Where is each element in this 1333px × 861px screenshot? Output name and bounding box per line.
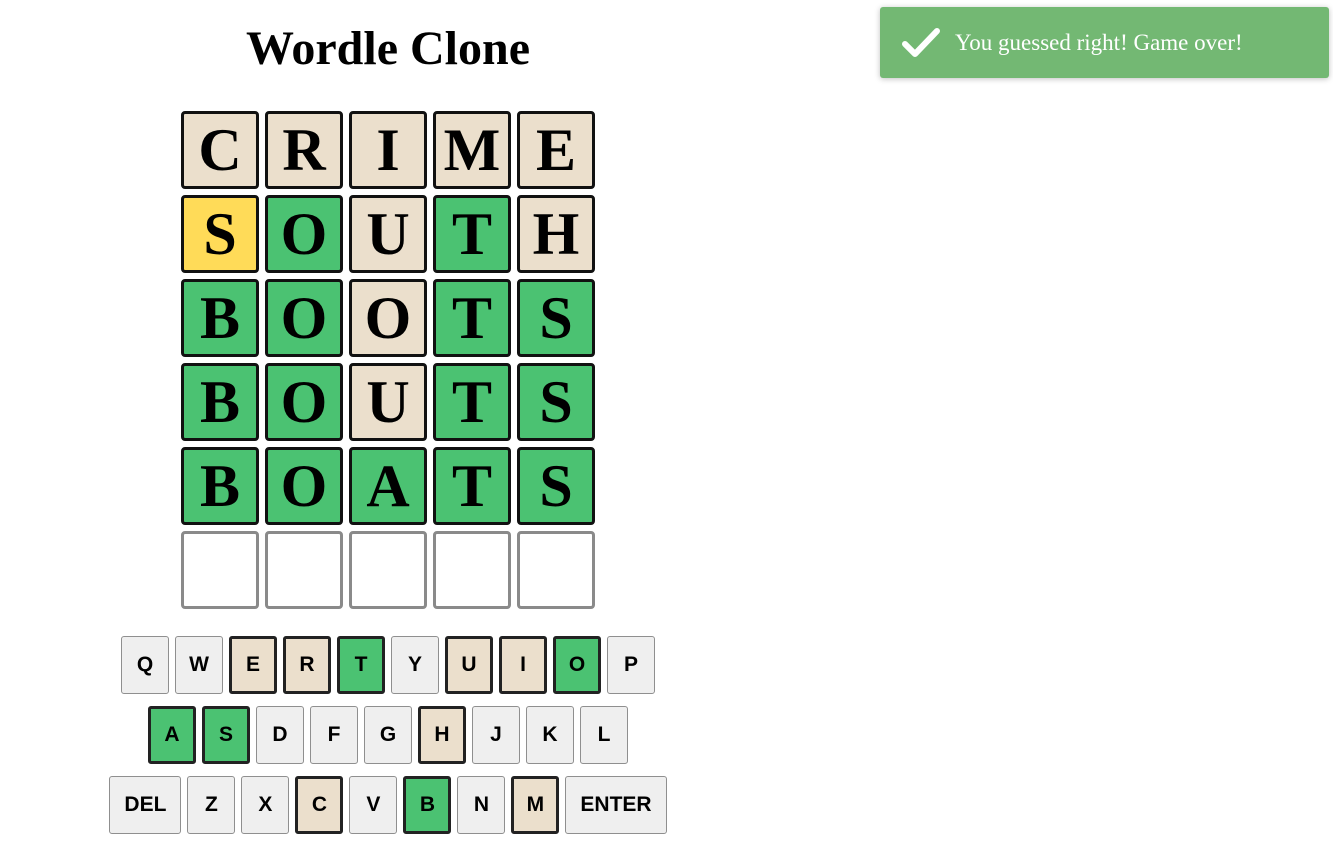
key-v[interactable]: V [349,776,398,834]
key-j[interactable]: J [472,706,520,764]
key-n[interactable]: N [457,776,506,834]
key-del[interactable]: DEL [109,776,182,834]
key-s[interactable]: S [202,706,250,764]
board-row: SOUTH [181,195,601,273]
board-tile: A [349,447,427,525]
key-e[interactable]: E [229,636,277,694]
board-tile: S [517,279,595,357]
board-tile: T [433,279,511,357]
board-tile: E [517,111,595,189]
key-r[interactable]: R [283,636,331,694]
board-tile [265,531,343,609]
board-tile: S [517,447,595,525]
board-tile [181,531,259,609]
key-enter[interactable]: ENTER [565,776,667,834]
key-p[interactable]: P [607,636,655,694]
toast-message: You guessed right! Game over! [955,29,1243,55]
board-tile: T [433,447,511,525]
key-g[interactable]: G [364,706,412,764]
board-row: BOOTS [181,279,601,357]
key-t[interactable]: T [337,636,385,694]
board-row: CRIME [181,111,601,189]
board-tile: O [265,363,343,441]
key-b[interactable]: B [403,776,452,834]
board-tile: O [265,195,343,273]
board-tile: O [265,447,343,525]
board-row: BOATS [181,447,601,525]
board-tile: U [349,195,427,273]
board-row [181,531,601,609]
board-row: BOUTS [181,363,601,441]
keyboard-row-2: ASDFGHJKL [0,706,776,764]
board-tile: R [265,111,343,189]
key-k[interactable]: K [526,706,574,764]
board-tile: I [349,111,427,189]
checkmark-icon [901,23,941,63]
key-h[interactable]: H [418,706,466,764]
key-d[interactable]: D [256,706,304,764]
board-tile: T [433,195,511,273]
key-y[interactable]: Y [391,636,439,694]
keyboard-row-1: QWERTYUIOP [0,636,776,694]
key-m[interactable]: M [511,776,560,834]
board-tile: S [181,195,259,273]
board-tile [433,531,511,609]
board-tile: H [517,195,595,273]
key-l[interactable]: L [580,706,628,764]
board-tile: O [349,279,427,357]
keyboard-row-3: DEL Z X C V B N M ENTER [0,776,776,834]
key-i[interactable]: I [499,636,547,694]
board-tile [349,531,427,609]
key-u[interactable]: U [445,636,493,694]
key-w[interactable]: W [175,636,223,694]
board-tile: B [181,279,259,357]
board-tile: M [433,111,511,189]
key-c[interactable]: C [295,776,344,834]
board-tile: B [181,363,259,441]
board-tile: T [433,363,511,441]
key-a[interactable]: A [148,706,196,764]
success-toast: You guessed right! Game over! [880,7,1329,78]
board-tile: B [181,447,259,525]
key-o[interactable]: O [553,636,601,694]
board-tile: U [349,363,427,441]
key-q[interactable]: Q [121,636,169,694]
board-tile: C [181,111,259,189]
game-board: CRIMESOUTHBOOTSBOUTSBOATS [181,111,601,615]
board-tile: S [517,363,595,441]
key-f[interactable]: F [310,706,358,764]
board-tile [517,531,595,609]
board-tile: O [265,279,343,357]
key-x[interactable]: X [241,776,290,834]
key-z[interactable]: Z [187,776,236,834]
page-title: Wordle Clone [246,22,530,75]
